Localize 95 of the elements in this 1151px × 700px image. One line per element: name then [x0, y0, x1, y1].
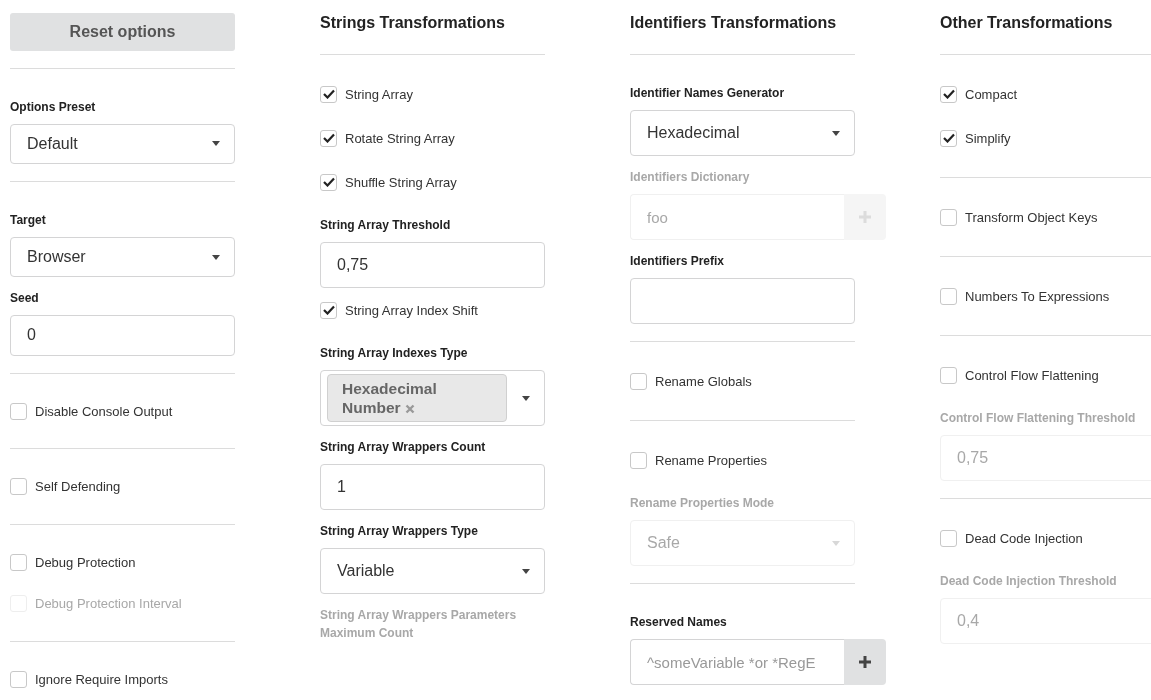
check-icon	[322, 89, 335, 99]
caret-icon	[522, 568, 530, 574]
field-label: String Array Wrappers Parameters Maximum Count	[320, 607, 518, 642]
checkbox[interactable]	[940, 85, 957, 103]
dropdown[interactable]: Hexadecimal	[630, 110, 855, 156]
section-heading: Strings Transformations	[320, 13, 506, 33]
field-label: Identifier Names Generator	[630, 85, 786, 102]
remove-icon[interactable]	[404, 404, 415, 414]
checkbox[interactable]	[10, 554, 27, 572]
field-label: Identifiers Dictionary	[630, 169, 751, 186]
caret-icon	[832, 540, 840, 546]
checkbox-text: Transform Object Keys	[965, 209, 1098, 225]
plus-icon	[858, 210, 872, 224]
field-label: Control Flow Flattening Threshold	[940, 410, 1137, 427]
field-label: Rename Properties Mode	[630, 495, 776, 512]
checkbox[interactable]	[10, 478, 27, 496]
checkbox[interactable]	[940, 529, 957, 547]
checkbox[interactable]	[630, 451, 647, 469]
checkbox-text: Self Defending	[35, 479, 121, 495]
checkbox-label[interactable]: Self Defending	[10, 476, 235, 498]
checkbox-text: Rename Properties	[655, 452, 767, 468]
input-field[interactable]: 1	[320, 464, 545, 510]
checkbox-label[interactable]: Rename Properties	[630, 448, 855, 472]
checkbox-text: Disable Console Output	[35, 403, 173, 419]
checkbox-label[interactable]: Dead Code Injection	[940, 526, 1151, 550]
field-label: Options Preset	[10, 98, 97, 116]
check-icon	[322, 305, 335, 315]
selected-tag[interactable]: Hexadecimal Number	[327, 374, 507, 422]
field-label: String Array Wrappers Type	[320, 523, 479, 540]
checkbox-label[interactable]: Debug Protection	[10, 552, 235, 574]
checkbox-label[interactable]: Rotate String Array	[320, 126, 545, 150]
plus-icon	[858, 655, 872, 669]
field-label: String Array Wrappers Count	[320, 439, 487, 456]
checkbox-text: Simplify	[965, 130, 1011, 146]
section-heading: Other Transformations	[940, 13, 1114, 33]
checkbox-text: Numbers To Expressions	[965, 288, 1110, 304]
checkbox[interactable]	[10, 671, 27, 689]
checkbox-text: Dead Code Injection	[965, 530, 1083, 546]
input-field[interactable]: ^someVariable *or *RegE	[630, 639, 844, 685]
checkbox-text: Rotate String Array	[345, 130, 455, 146]
section-heading: Identifiers Transformations	[630, 13, 838, 33]
checkbox-text: String Array	[345, 86, 413, 102]
checkbox-text: Debug Protection Interval	[35, 596, 182, 612]
checkbox-text: Ignore Require Imports	[35, 672, 168, 688]
field-label: Identifiers Prefix	[630, 253, 726, 270]
checkbox-label[interactable]: Disable Console Output	[10, 400, 235, 422]
field-label: Target	[10, 212, 47, 229]
input-field[interactable]: 0,75	[320, 242, 545, 288]
checkbox-label[interactable]: Transform Object Keys	[940, 205, 1151, 229]
checkbox[interactable]	[320, 301, 337, 319]
caret-icon	[832, 130, 840, 136]
field-label: Dead Code Injection Threshold	[940, 573, 1118, 590]
checkbox[interactable]	[10, 402, 27, 420]
field-label: String Array Threshold	[320, 217, 452, 234]
checkbox-label[interactable]: String Array Index Shift	[320, 298, 545, 322]
checkbox[interactable]	[320, 173, 337, 191]
checkbox-label[interactable]: Simplify	[940, 126, 1151, 150]
checkbox-label[interactable]: Compact	[940, 82, 1151, 106]
checkbox-label[interactable]: Rename Globals	[630, 369, 855, 393]
checkbox[interactable]	[320, 85, 337, 103]
checkbox-text: Rename Globals	[655, 373, 752, 389]
checkbox-label[interactable]: Control Flow Flattening	[940, 363, 1151, 387]
checkbox-text: Compact	[965, 86, 1018, 102]
checkbox-text: Control Flow Flattening	[965, 367, 1099, 383]
input-field[interactable]: 0	[10, 315, 235, 356]
check-icon	[942, 89, 955, 99]
check-icon	[322, 133, 335, 143]
field-label: Seed	[10, 290, 40, 308]
check-icon	[942, 133, 955, 143]
field-label: Reserved Names	[630, 614, 728, 631]
caret-icon	[212, 141, 220, 147]
caret-icon	[522, 395, 530, 401]
checkbox-label[interactable]: Shuffle String Array	[320, 170, 545, 194]
caret-icon	[212, 254, 220, 260]
reset-options-button[interactable]: Reset options	[10, 13, 235, 51]
field-label: String Array Indexes Type	[320, 345, 469, 362]
checkbox[interactable]	[630, 372, 647, 390]
checkbox-label[interactable]: Ignore Require Imports	[10, 669, 235, 691]
checkbox-text: String Array Index Shift	[345, 302, 478, 318]
checkbox[interactable]	[320, 129, 337, 147]
checkbox[interactable]	[940, 366, 957, 384]
multi-select-field[interactable]: Hexadecimal Number	[320, 370, 545, 426]
checkbox-text: Debug Protection	[35, 555, 136, 571]
checkbox[interactable]	[940, 129, 957, 147]
checkbox-label[interactable]: Numbers To Expressions	[940, 284, 1151, 308]
add-button[interactable]	[844, 639, 886, 685]
checkbox-text: Shuffle String Array	[345, 174, 457, 190]
checkbox-label[interactable]: String Array	[320, 82, 545, 106]
checkbox[interactable]	[940, 208, 957, 226]
input-field[interactable]	[630, 278, 855, 324]
checkbox[interactable]	[940, 287, 957, 305]
dropdown[interactable]: Variable	[320, 548, 545, 594]
dropdown[interactable]: Browser	[10, 237, 235, 278]
check-icon	[322, 177, 335, 187]
dropdown[interactable]: Default	[10, 123, 235, 164]
